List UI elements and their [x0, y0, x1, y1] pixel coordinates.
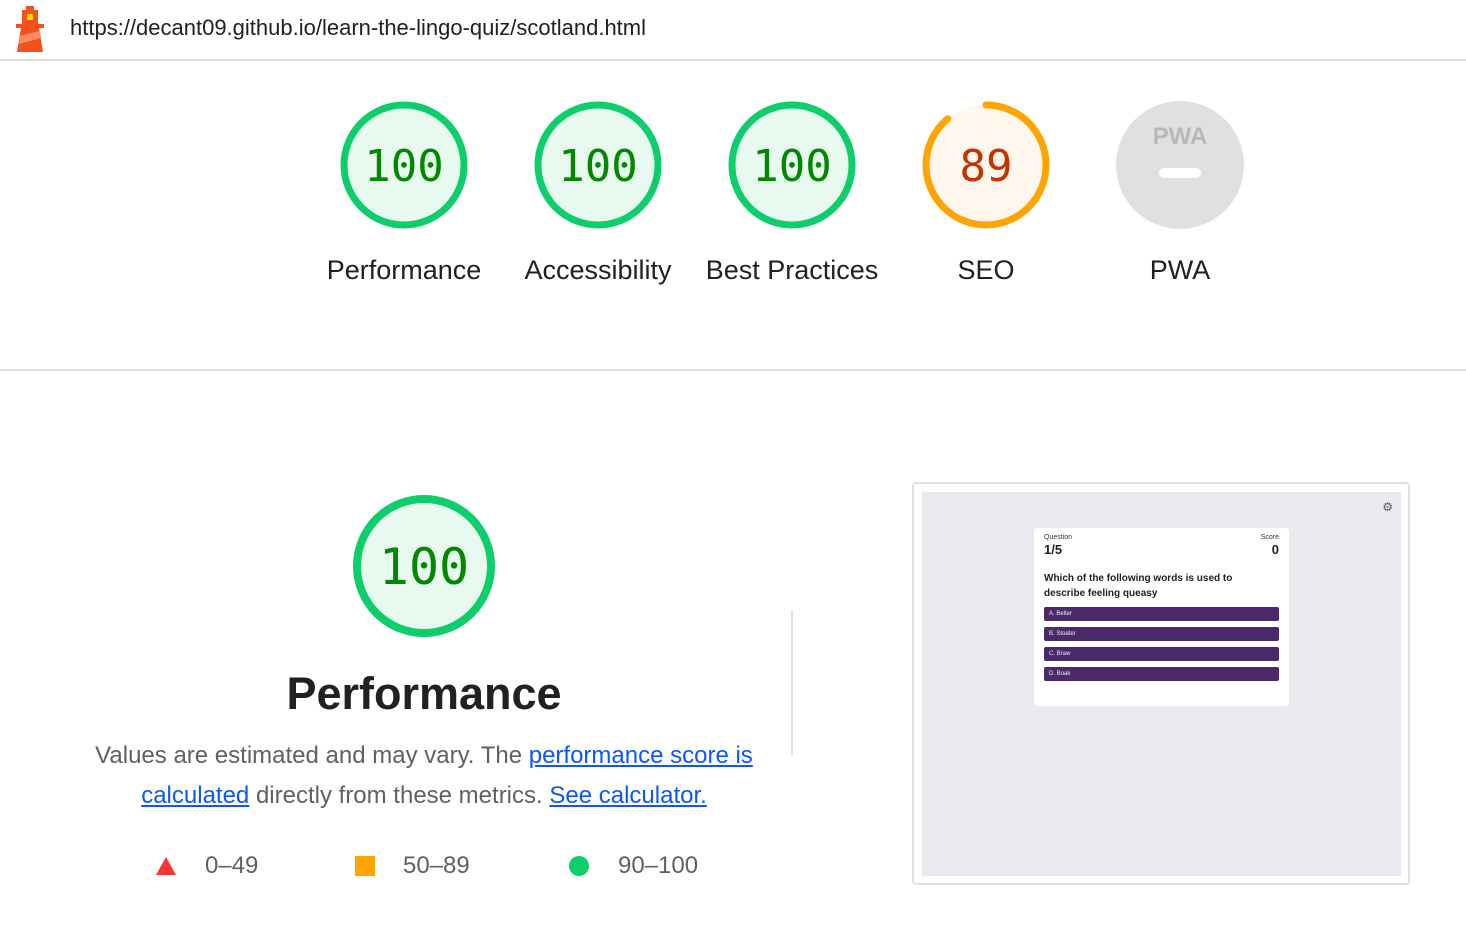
- legend-average: 50–89: [355, 852, 470, 880]
- gauge-seo[interactable]: 89 SEO: [891, 100, 1081, 290]
- answer-option: D. Boak: [1044, 667, 1279, 681]
- gauge-score: 100: [558, 141, 637, 192]
- question-label: Question: [1044, 534, 1073, 541]
- quiz-card: Question Score 1/5 0 Which of the followin…: [1034, 528, 1289, 706]
- square-icon: [355, 856, 375, 876]
- gauge-label: SEO: [957, 255, 1015, 285]
- gauge-score: 89: [960, 141, 1013, 192]
- divider: [0, 369, 1466, 371]
- gauge-score: 100: [364, 141, 443, 192]
- vertical-divider: [791, 610, 793, 755]
- score-value: 0: [1271, 542, 1279, 557]
- see-calculator-link[interactable]: See calculator.: [549, 782, 706, 809]
- circle-icon: [569, 856, 589, 876]
- legend-pass-label: 90–100: [618, 852, 699, 879]
- gauge-label: PWA: [1149, 255, 1211, 285]
- gauge-score: 100: [752, 141, 831, 192]
- gauge-best-practices[interactable]: 100 Best Practices: [697, 100, 887, 290]
- answer-option: A. Belter: [1044, 607, 1279, 621]
- legend-fail-label: 0–49: [205, 852, 259, 879]
- question-value: 1/5: [1044, 542, 1063, 557]
- url-bar: https://decant09.github.io/learn-the-lin…: [0, 0, 1466, 61]
- gauge-pwa[interactable]: PWA PWA: [1085, 100, 1275, 290]
- performance-gauge-large: 100: [324, 492, 524, 645]
- legend-average-label: 50–89: [403, 852, 470, 879]
- final-screenshot[interactable]: ⚙ Question Score 1/5 0 Which of the follow…: [912, 482, 1410, 885]
- gauge-accessibility[interactable]: 100 Accessibility: [503, 100, 693, 290]
- gear-icon: ⚙: [1382, 500, 1393, 514]
- svg-text:PWA: PWA: [1153, 123, 1208, 150]
- answer-option: C. Braw: [1044, 647, 1279, 661]
- performance-title: Performance: [286, 668, 562, 719]
- answer-option: B. Stoater: [1044, 627, 1279, 641]
- desc-text: Values are estimated and may vary. The: [95, 742, 529, 769]
- lighthouse-logo-icon: [16, 6, 44, 52]
- legend-pass: 90–100: [568, 852, 698, 880]
- performance-score-large: 100: [379, 538, 469, 596]
- legend-fail: 0–49: [155, 852, 258, 880]
- page-url[interactable]: https://decant09.github.io/learn-the-lin…: [70, 15, 646, 41]
- pwa-icon: PWA: [1116, 101, 1244, 229]
- gauge-performance[interactable]: 100 Performance: [309, 100, 499, 290]
- score-label: Score: [1260, 534, 1279, 541]
- performance-description: Values are estimated and may vary. The p…: [94, 736, 754, 816]
- gauge-label: Accessibility: [524, 255, 672, 285]
- question-text: Which of the following words is used to …: [1044, 573, 1233, 599]
- triangle-icon: [156, 857, 176, 875]
- gauge-label: Best Practices: [705, 255, 879, 285]
- desc-text-2: directly from these metrics.: [249, 782, 550, 809]
- gauge-label: Performance: [326, 255, 482, 285]
